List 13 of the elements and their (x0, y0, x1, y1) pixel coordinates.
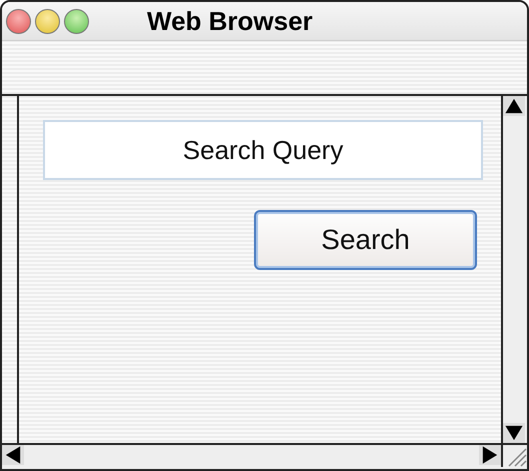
zoom-button[interactable] (64, 8, 89, 34)
horizontal-scrollbar[interactable] (2, 443, 527, 469)
close-button[interactable] (6, 8, 31, 34)
window-title: Web Browser (147, 6, 313, 36)
vertical-scrollbar[interactable] (503, 96, 527, 443)
search-button[interactable]: Search (254, 210, 477, 270)
scroll-up-icon[interactable] (503, 96, 525, 116)
scroll-left-icon[interactable] (2, 445, 24, 465)
resize-grip-icon[interactable] (501, 445, 527, 467)
search-field[interactable]: Search Query (43, 120, 483, 180)
minimize-button[interactable] (35, 8, 60, 34)
scroll-right-icon[interactable] (479, 445, 501, 465)
scroll-down-icon[interactable] (503, 423, 525, 443)
